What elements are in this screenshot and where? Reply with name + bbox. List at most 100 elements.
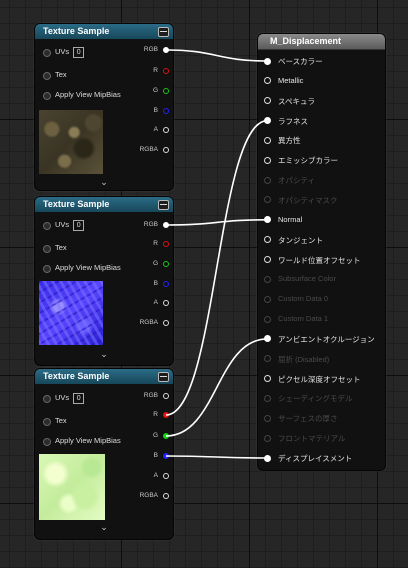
output-rgba-pin[interactable]	[163, 320, 169, 326]
output-rgba-pin[interactable]	[163, 147, 169, 153]
collapse-icon[interactable]	[158, 200, 169, 210]
material-input-pin[interactable]	[264, 97, 271, 105]
mip-bias-pin[interactable]	[43, 438, 51, 446]
expand-chevron-icon[interactable]: ⌄	[35, 177, 173, 188]
output-rgb-label: RGB	[143, 392, 158, 399]
collapse-icon[interactable]	[158, 372, 169, 382]
collapse-icon[interactable]	[158, 27, 169, 37]
output-rgb-label: RGB	[143, 46, 158, 53]
material-input-pin[interactable]	[264, 57, 271, 65]
tex-label: Tex	[55, 243, 67, 252]
mip-bias-pin[interactable]	[43, 92, 51, 100]
output-r-pin[interactable]	[163, 68, 169, 74]
material-input-pin	[264, 176, 271, 184]
material-input-pin	[264, 434, 271, 442]
material-input-pin[interactable]	[264, 375, 271, 383]
output-rgba-pin[interactable]	[163, 493, 169, 499]
output-b-pin[interactable]	[163, 281, 169, 287]
output-rgb-pin[interactable]	[163, 393, 169, 399]
material-result-node[interactable]: M_Displacement ベースカラー Metallic スペキュラ ラフネス 異方…	[257, 33, 386, 471]
output-r-label: R	[153, 240, 158, 247]
material-input-pin[interactable]	[264, 136, 271, 144]
expand-chevron-icon[interactable]: ⌄	[35, 522, 173, 533]
material-input-pin	[264, 315, 271, 323]
material-input-label: アンビエントオクルージョン	[278, 334, 375, 344]
connection-wire[interactable]	[165, 49, 268, 62]
output-r-pin[interactable]	[163, 241, 169, 247]
uvs-label: UVs	[55, 220, 70, 229]
node-title[interactable]: Texture Sample	[35, 197, 173, 212]
output-g-pin[interactable]	[163, 88, 169, 94]
texture-sample-node-1[interactable]: Texture Sample UVs 0 Tex Apply View MipBi…	[34, 23, 174, 191]
material-input-label: オパシティ	[278, 176, 316, 186]
material-input-label: シェーディングモデル	[278, 394, 353, 404]
output-a-pin[interactable]	[163, 473, 169, 479]
material-input-label: スペキュラ	[278, 96, 315, 106]
material-input-label: Metallic	[278, 75, 304, 85]
material-input-label: ピクセル深度オフセット	[278, 374, 361, 384]
material-input-label: ベースカラー	[278, 57, 323, 66]
uvs-pin[interactable]	[43, 49, 51, 57]
tex-pin[interactable]	[43, 72, 51, 80]
material-input-label: Subsurface Color	[278, 274, 336, 284]
output-rgb-pin[interactable]	[163, 47, 169, 53]
material-input-pin[interactable]	[264, 117, 271, 125]
material-input-pin[interactable]	[264, 156, 271, 164]
output-g-label: G	[152, 260, 158, 267]
material-input-label: ワールド位置オフセット	[278, 255, 361, 265]
material-input-label: 屈折 (Disabled)	[278, 354, 330, 364]
output-r-pin[interactable]	[163, 412, 169, 418]
uvs-pin[interactable]	[43, 395, 51, 403]
uvs-pin[interactable]	[43, 222, 51, 230]
output-g-label: G	[152, 432, 158, 439]
mip-bias-label: Apply View MipBias	[55, 90, 121, 99]
output-b-pin[interactable]	[163, 108, 169, 114]
mip-bias-pin[interactable]	[43, 265, 51, 273]
connection-wire[interactable]	[165, 218, 268, 226]
material-input-pin	[264, 196, 271, 204]
output-r-label: R	[153, 411, 158, 418]
mip-bias-label: Apply View MipBias	[55, 436, 121, 445]
material-input-label: 異方性	[278, 136, 301, 146]
output-rgba-label: RGBA	[139, 146, 158, 153]
texture-sample-node-3[interactable]: Texture Sample UVs 0 Tex Apply View MipBi…	[34, 368, 174, 540]
output-rgb-label: RGB	[143, 221, 158, 228]
uvs-value-field[interactable]: 0	[73, 219, 85, 231]
output-a-pin[interactable]	[163, 127, 169, 133]
material-input-pin[interactable]	[264, 454, 271, 462]
output-b-pin[interactable]	[163, 453, 169, 459]
material-title[interactable]: M_Displacement	[258, 34, 385, 50]
node-title[interactable]: Texture Sample	[35, 369, 173, 384]
node-title[interactable]: Texture Sample	[35, 24, 173, 39]
connection-wire[interactable]	[165, 455, 268, 459]
material-input-label: Normal	[278, 214, 303, 224]
material-input-pin[interactable]	[264, 236, 271, 244]
uvs-value-field[interactable]: 0	[73, 46, 85, 58]
output-g-pin[interactable]	[163, 433, 169, 439]
normal-map-preview	[39, 281, 103, 345]
material-input-pin[interactable]	[264, 256, 271, 263]
output-g-label: G	[152, 87, 158, 94]
tex-pin[interactable]	[43, 418, 51, 426]
tex-pin[interactable]	[43, 245, 51, 253]
output-b-label: B	[153, 452, 158, 459]
expand-chevron-icon[interactable]: ⌄	[35, 349, 173, 360]
material-input-label: Custom Data 1	[278, 314, 329, 324]
output-a-pin[interactable]	[163, 300, 169, 306]
connection-wire[interactable]	[165, 338, 268, 437]
tex-label: Tex	[55, 416, 67, 425]
material-input-pin	[264, 295, 271, 303]
material-input-pin[interactable]	[264, 335, 271, 343]
connection-wire[interactable]	[165, 119, 268, 416]
material-input-label: エミッシブカラー	[278, 156, 338, 166]
material-input-pin[interactable]	[264, 216, 271, 224]
output-b-label: B	[153, 280, 158, 287]
material-input-pin[interactable]	[264, 77, 271, 85]
output-r-label: R	[153, 67, 158, 74]
uvs-label: UVs	[55, 47, 70, 56]
output-g-pin[interactable]	[163, 261, 169, 267]
material-input-label: サーフェスの厚さ	[278, 414, 338, 424]
output-rgb-pin[interactable]	[163, 222, 169, 228]
uvs-value-field[interactable]: 0	[73, 392, 85, 404]
texture-sample-node-2[interactable]: Texture Sample UVs 0 Tex Apply View MipBi…	[34, 196, 174, 366]
